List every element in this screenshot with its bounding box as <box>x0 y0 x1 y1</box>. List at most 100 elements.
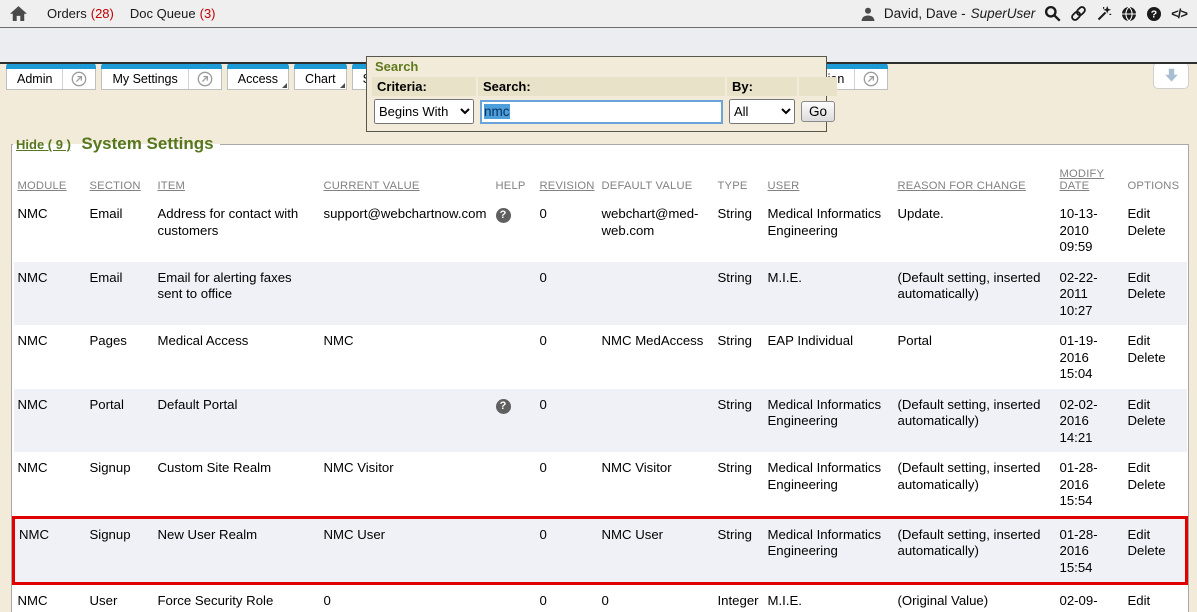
table-row: NMCEmailAddress for contact with custome… <box>14 198 1187 262</box>
criteria-select[interactable]: Begins With <box>374 99 474 124</box>
edit-link[interactable]: Edit <box>1128 527 1178 544</box>
cell-item: Custom Site Realm <box>154 452 320 517</box>
cell-modify-date: 01-28-2016 15:54 <box>1056 452 1124 517</box>
cell-revision: 0 <box>536 452 598 517</box>
globe-icon[interactable] <box>1121 6 1137 22</box>
tab-access[interactable]: Access <box>227 62 289 90</box>
cell-item: Email for alerting faxes sent to office <box>154 262 320 326</box>
link-icon[interactable] <box>1070 5 1087 22</box>
cell-default-value <box>598 262 714 326</box>
delete-link[interactable]: Delete <box>1128 413 1179 430</box>
tab-label: Access <box>228 72 288 86</box>
column-header-type: TYPE <box>714 154 764 198</box>
top-bar: Orders (28) Doc Queue (3) David, Dave - … <box>0 0 1197 28</box>
cell-help <box>492 584 536 612</box>
cell-module: NMC <box>14 517 86 584</box>
cell-user: Medical Informatics Engineering <box>764 517 894 584</box>
table-row: NMCPortalDefault Portal?0StringMedical I… <box>14 389 1187 453</box>
orders-label: Orders <box>47 6 87 21</box>
cell-section: Email <box>86 198 154 262</box>
down-arrow-icon <box>1163 68 1180 83</box>
tab-label: Chart <box>295 72 346 86</box>
delete-link[interactable]: Delete <box>1128 543 1178 560</box>
cell-type: String <box>714 325 764 389</box>
doc-queue-label: Doc Queue <box>130 6 196 21</box>
cell-help <box>492 325 536 389</box>
table-row: NMCSignupCustom Site RealmNMC Visitor0NM… <box>14 452 1187 517</box>
column-header-item[interactable]: ITEM <box>154 154 320 198</box>
current-user[interactable]: David, Dave - SuperUser <box>884 6 1035 21</box>
help-icon[interactable]: ? <box>1146 6 1162 22</box>
home-icon[interactable] <box>10 6 27 21</box>
open-in-new-icon[interactable] <box>62 69 95 89</box>
column-header-label: REVISION <box>540 180 595 192</box>
delete-link[interactable]: Delete <box>1128 350 1179 367</box>
delete-link[interactable]: Delete <box>1128 223 1179 240</box>
open-in-new-icon[interactable] <box>854 69 887 89</box>
column-header-revision[interactable]: REVISION <box>536 154 598 198</box>
cell-item: Medical Access <box>154 325 320 389</box>
search-header-spacer <box>799 77 837 96</box>
delete-link[interactable]: Delete <box>1128 477 1179 494</box>
tab-chart[interactable]: Chart <box>294 62 347 90</box>
help-icon[interactable]: ? <box>496 208 511 223</box>
code-icon[interactable]: </> <box>1171 6 1187 21</box>
cell-type: String <box>714 198 764 262</box>
delete-link[interactable]: Delete <box>1128 286 1179 303</box>
column-header-section[interactable]: SECTION <box>86 154 154 198</box>
tab-my-settings[interactable]: My Settings <box>101 62 221 90</box>
column-header-user[interactable]: USER <box>764 154 894 198</box>
tab-admin[interactable]: Admin <box>6 62 96 90</box>
cell-current-value: support@webchartnow.com <box>320 198 492 262</box>
column-header-current-value[interactable]: CURRENT VALUE <box>320 154 492 198</box>
cell-current-value: NMC <box>320 325 492 389</box>
help-icon[interactable]: ? <box>496 399 511 414</box>
column-header-label: ITEM <box>158 180 186 192</box>
cell-help <box>492 452 536 517</box>
open-in-new-icon[interactable] <box>188 69 221 89</box>
cell-default-value: webchart@med-web.com <box>598 198 714 262</box>
cell-reason-for-change: Update. <box>894 198 1056 262</box>
cell-modify-date: 02-22-2011 10:27 <box>1056 262 1124 326</box>
cell-module: NMC <box>14 452 86 517</box>
cell-revision: 0 <box>536 584 598 612</box>
cell-options: EditDelete <box>1124 262 1187 326</box>
doc-queue-link[interactable]: Doc Queue (3) <box>130 6 216 21</box>
by-select[interactable]: All <box>729 99 795 124</box>
cell-options: EditDelete <box>1124 452 1187 517</box>
collapse-menu-button[interactable] <box>1153 62 1189 89</box>
edit-link[interactable]: Edit <box>1128 206 1179 223</box>
table-row: NMCPagesMedical AccessNMC0NMC MedAccessS… <box>14 325 1187 389</box>
column-header-default-value: DEFAULT VALUE <box>598 154 714 198</box>
cell-current-value: NMC User <box>320 517 492 584</box>
search-panel: Search Criteria: Search: By: Begins With… <box>366 56 827 132</box>
edit-link[interactable]: Edit <box>1128 270 1179 287</box>
edit-link[interactable]: Edit <box>1128 333 1179 350</box>
user-role: SuperUser <box>971 6 1036 21</box>
cell-options: EditDelete <box>1124 517 1187 584</box>
go-button[interactable]: Go <box>801 101 835 122</box>
cell-modify-date: 02-02-2016 14:21 <box>1056 389 1124 453</box>
tab-label: Admin <box>7 72 62 86</box>
edit-link[interactable]: Edit <box>1128 460 1179 477</box>
edit-link[interactable]: Edit <box>1128 397 1179 414</box>
magic-wand-icon[interactable] <box>1096 6 1112 22</box>
table-header-row: MODULESECTIONITEMCURRENT VALUEHELPREVISI… <box>14 154 1187 198</box>
column-header-reason-for-change[interactable]: REASON FOR CHANGE <box>894 154 1056 198</box>
orders-link[interactable]: Orders (28) <box>47 6 114 21</box>
column-header-module[interactable]: MODULE <box>14 154 86 198</box>
column-header-modify-date[interactable]: MODIFY DATE <box>1056 154 1124 198</box>
cell-reason-for-change: (Default setting, inserted automatically… <box>894 452 1056 517</box>
search-icon[interactable] <box>1044 5 1061 22</box>
edit-link[interactable]: Edit <box>1128 593 1179 610</box>
cell-default-value: NMC Visitor <box>598 452 714 517</box>
search-input[interactable]: nmc <box>480 100 723 124</box>
cell-current-value: 0 <box>320 584 492 612</box>
cell-module: NMC <box>14 325 86 389</box>
cell-module: NMC <box>14 198 86 262</box>
hide-link[interactable]: Hide ( 9 ) <box>16 137 71 152</box>
table-row: NMCUser SecurityForce Security Role000In… <box>14 584 1187 612</box>
cell-section: Signup <box>86 517 154 584</box>
column-header-label: REASON FOR CHANGE <box>898 180 1026 192</box>
top-bar-right: David, Dave - SuperUser ? </> <box>861 5 1187 22</box>
